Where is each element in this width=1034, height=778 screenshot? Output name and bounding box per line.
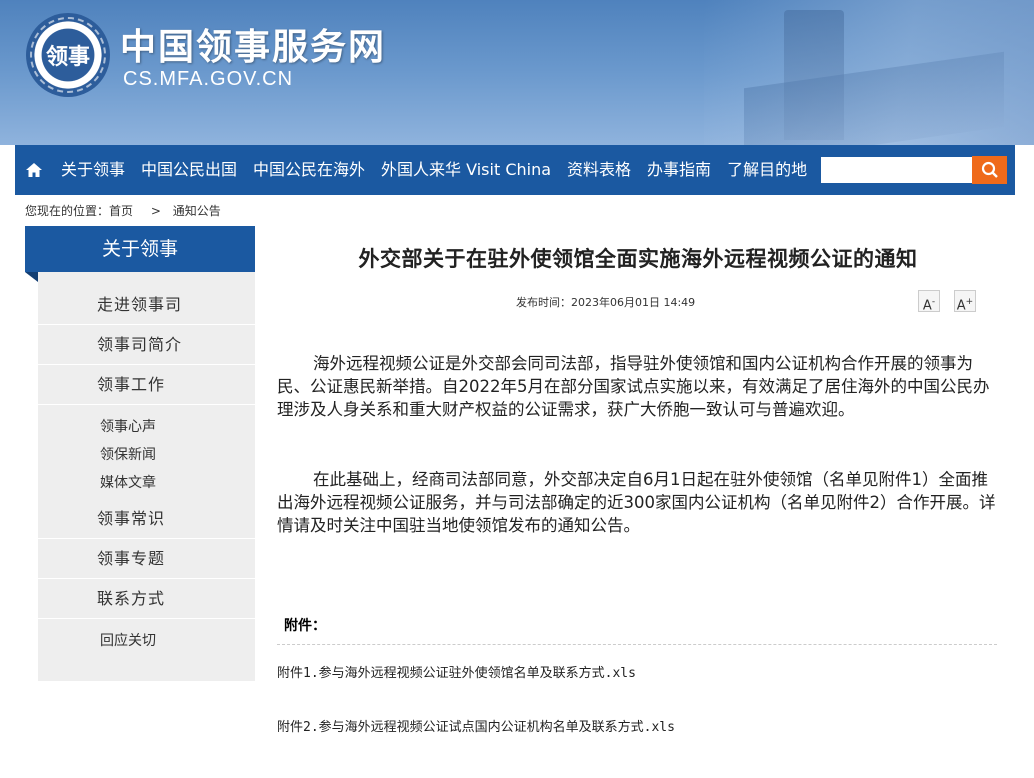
- article-paragraph: 海外远程视频公证是外交部会同司法部，指导驻外使领馆和国内公证机构合作开展的领事为…: [277, 354, 990, 419]
- emblem-text: 领事: [45, 44, 90, 70]
- breadcrumb-home-link[interactable]: 首页: [109, 204, 133, 218]
- site-header: 领事 中国领事服务网 CS.MFA.GOV.CN: [0, 0, 1034, 145]
- consular-affairs-emblem-logo[interactable]: 领事: [26, 13, 110, 97]
- nav-item-forms[interactable]: 资料表格: [559, 145, 639, 195]
- sidebar-heading-fold: [25, 272, 38, 282]
- breadcrumb-separator: >: [150, 204, 161, 218]
- nav-item-citizens-abroad-travel[interactable]: 中国公民出国: [133, 145, 245, 195]
- attachment-link-2[interactable]: 附件2.参与海外远程视频公证试点国内公证机构名单及联系方式.xls: [277, 716, 675, 735]
- sidebar-subitem-voices[interactable]: 领事心声: [100, 416, 156, 436]
- site-title[interactable]: 中国领事服务网: [120, 18, 386, 70]
- attachments-heading: 附件：: [284, 618, 326, 634]
- sidebar-item-consular-knowledge[interactable]: 领事常识: [38, 499, 255, 539]
- sidebar-item-consular-work[interactable]: 领事工作: [38, 365, 255, 405]
- font-larger-label: A: [956, 298, 966, 314]
- sidebar-subitem-response[interactable]: 回应关切: [100, 630, 156, 650]
- search-input[interactable]: [821, 157, 973, 183]
- site-url: CS.MFA.GOV.CN: [123, 68, 294, 90]
- sidebar-item-contact[interactable]: 联系方式: [38, 579, 255, 619]
- font-smaller-button[interactable]: A-: [918, 290, 940, 314]
- sidebar-item-consular-topics[interactable]: 领事专题: [38, 539, 255, 579]
- attachments-divider: [277, 644, 997, 645]
- breadcrumb: 您现在的位置：首页 > 通知公告: [25, 202, 227, 219]
- nav-item-visit-china[interactable]: 外国人来华 Visit China: [373, 145, 559, 195]
- search-button[interactable]: [972, 156, 1007, 184]
- sidebar-subitem-protection-news[interactable]: 领保新闻: [100, 444, 156, 464]
- nav-item-about[interactable]: 关于领事: [53, 145, 133, 195]
- sidebar-item-department-intro[interactable]: 领事司简介: [38, 325, 255, 365]
- breadcrumb-prefix: 您现在的位置：: [25, 204, 110, 218]
- article-paragraph: 在此基础上，经商司法部同意，外交部决定自6月1日起在驻外使领馆（名单见附件1）全…: [277, 470, 996, 535]
- sidebar-heading[interactable]: 关于领事: [25, 226, 255, 272]
- article-title: 外交部关于在驻外使领馆全面实施海外远程视频公证的通知: [358, 246, 918, 271]
- publish-time: 发布时间：2023年06月01日 14:49: [516, 296, 696, 309]
- great-wall-banner-image: [704, 0, 1034, 145]
- breadcrumb-current-link[interactable]: 通知公告: [173, 204, 221, 218]
- nav-item-citizens-overseas[interactable]: 中国公民在海外: [245, 145, 373, 195]
- nav-item-destinations[interactable]: 了解目的地: [719, 145, 815, 195]
- attachment-link-1[interactable]: 附件1.参与海外远程视频公证驻外使领馆名单及联系方式.xls: [277, 662, 636, 681]
- home-icon[interactable]: [15, 145, 53, 195]
- search-icon: [981, 161, 998, 178]
- main-nav: 关于领事 中国公民出国 中国公民在海外 外国人来华 Visit China 资料…: [15, 145, 1015, 195]
- sidebar-subitem-media-articles[interactable]: 媒体文章: [100, 472, 156, 492]
- sidebar-item-enter-department[interactable]: 走进领事司: [38, 285, 255, 325]
- font-smaller-label: A: [922, 298, 932, 314]
- sidebar-menu: 走进领事司 领事司简介 领事工作 领事心声 领保新闻 媒体文章 领事常识 领事专…: [38, 272, 255, 681]
- nav-item-guide[interactable]: 办事指南: [639, 145, 719, 195]
- font-larger-button[interactable]: A+: [954, 290, 976, 314]
